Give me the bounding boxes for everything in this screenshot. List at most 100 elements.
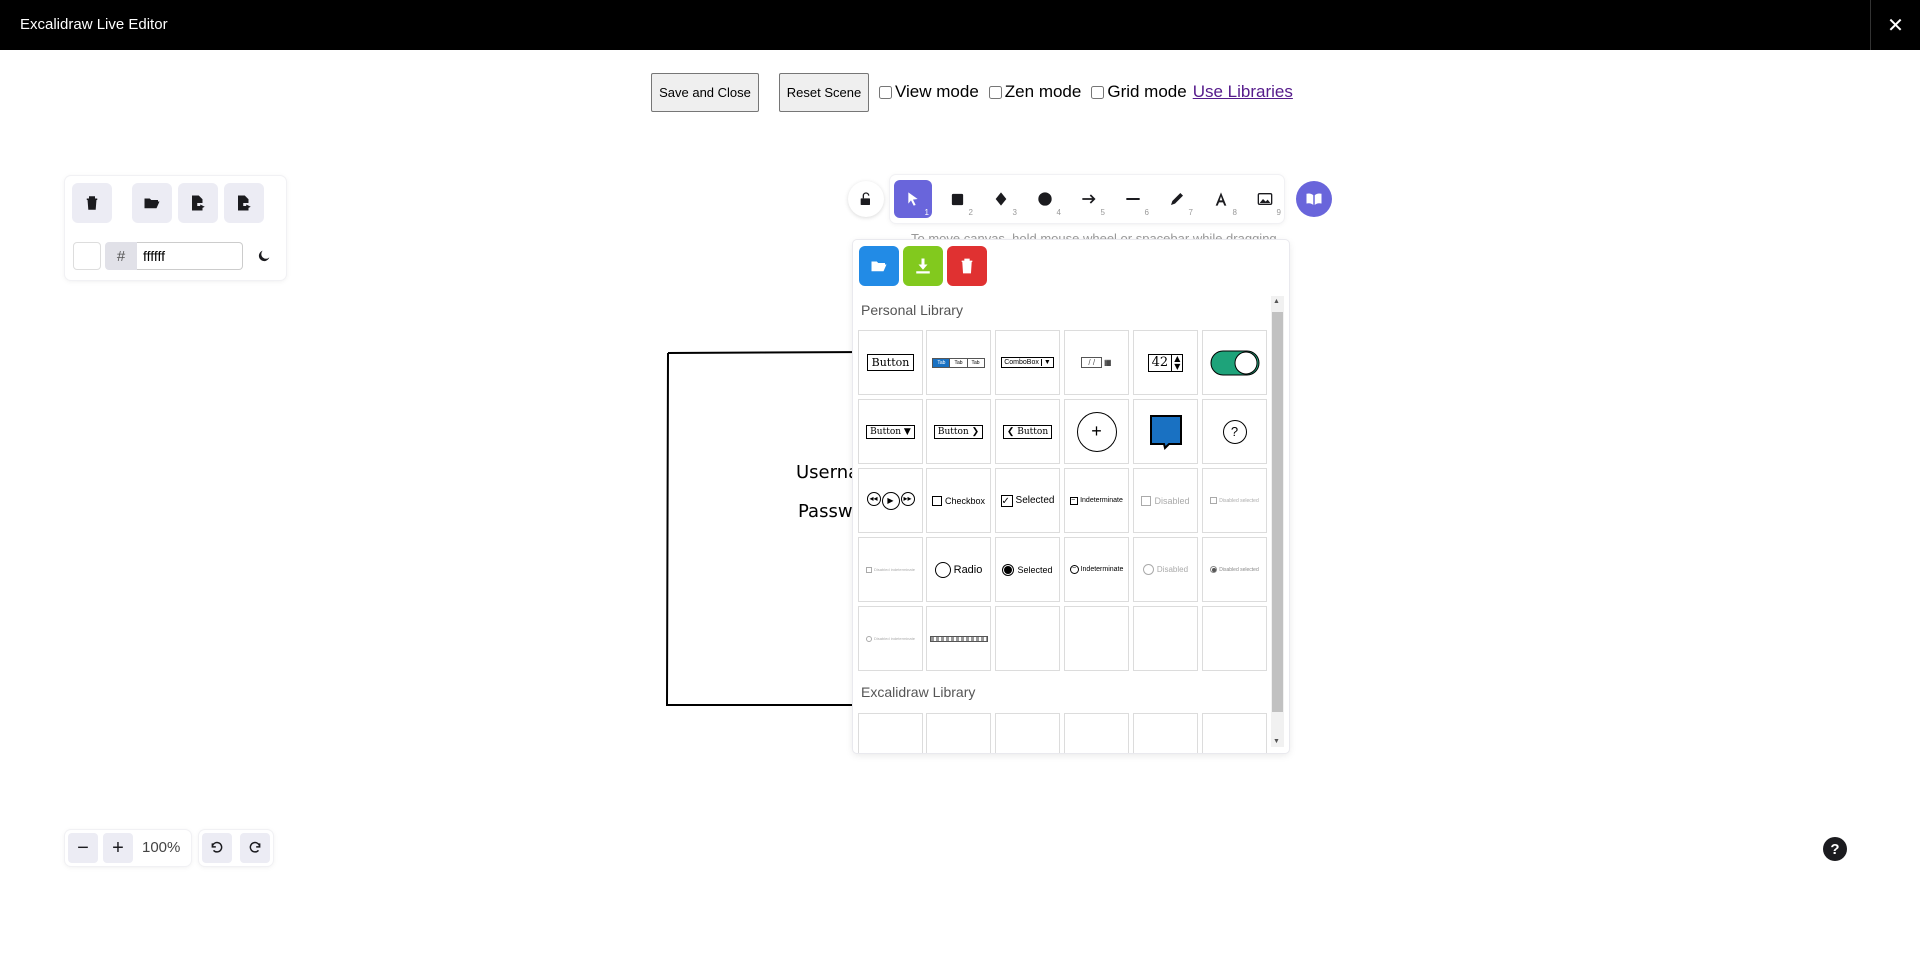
- export-image-button[interactable]: [224, 183, 264, 223]
- help-icon: ?: [1830, 840, 1840, 858]
- library-slot-empty[interactable]: [1064, 606, 1129, 671]
- excalidraw-library-title: Excalidraw Library: [861, 684, 976, 700]
- zoom-out-button[interactable]: −: [68, 833, 98, 863]
- library-scrollbar[interactable]: ▲ ▼: [1271, 296, 1284, 747]
- text-icon: [1215, 192, 1227, 206]
- undo-button[interactable]: [202, 833, 232, 863]
- library-item-speech-bubble[interactable]: [1133, 399, 1198, 464]
- library-item-breadcrumb[interactable]: [926, 606, 991, 671]
- zoom-in-button[interactable]: +: [103, 833, 133, 863]
- rectangle-icon: [951, 193, 963, 205]
- library-item-checkbox-disabled-indeterminate[interactable]: Disabled indeterminate: [858, 537, 923, 602]
- help-button[interactable]: ?: [1823, 837, 1847, 861]
- library-slot-empty[interactable]: [1133, 713, 1198, 753]
- export-file-icon: [192, 195, 205, 211]
- library-item-number-stepper[interactable]: 42 ▲ ▼: [1133, 330, 1198, 395]
- library-item-tabs[interactable]: Tab Tab Tab: [926, 330, 991, 395]
- library-item-radio[interactable]: Radio: [926, 537, 991, 602]
- library-slot-empty[interactable]: [858, 713, 923, 753]
- tool-image[interactable]: 9: [1246, 180, 1284, 218]
- zoom-level[interactable]: 100%: [142, 839, 180, 856]
- library-item-dropdown-button[interactable]: Button ▼: [858, 399, 923, 464]
- library-slot-empty[interactable]: [1064, 713, 1129, 753]
- folder-open-icon: [144, 198, 160, 209]
- library-slot-empty[interactable]: [1202, 713, 1267, 753]
- folder-open-icon: [871, 261, 887, 272]
- arrow-icon: [1082, 194, 1096, 204]
- library-item-combobox[interactable]: ComboBox ▼: [995, 330, 1060, 395]
- unlock-icon: [860, 192, 870, 205]
- moon-icon: [258, 250, 270, 262]
- shape-toolbar: 1 2 3 4 5 6 7 8 9: [848, 175, 1292, 223]
- line-icon: [1126, 198, 1140, 200]
- tool-ellipse[interactable]: 4: [1026, 180, 1064, 218]
- clear-canvas-button[interactable]: [72, 183, 112, 223]
- library-item-radio-disabled[interactable]: Disabled: [1133, 537, 1198, 602]
- hash-prefix: #: [105, 242, 137, 270]
- library-slot-empty[interactable]: [995, 606, 1060, 671]
- canvas-actions-panel: #: [65, 176, 286, 280]
- library-item-radio-disabled-selected[interactable]: Disabled selected: [1202, 537, 1267, 602]
- bg-color-input[interactable]: [137, 242, 243, 270]
- library-item-checkbox-indeterminate[interactable]: − Indeterminate: [1064, 468, 1129, 533]
- zoom-controls: − + 100%: [65, 830, 191, 866]
- library-slot-empty[interactable]: [1133, 606, 1198, 671]
- lock-tool-button[interactable]: [848, 181, 884, 217]
- trash-icon: [961, 258, 973, 274]
- undo-icon: [211, 841, 223, 853]
- library-item-toggle[interactable]: [1202, 330, 1267, 395]
- diamond-icon: [995, 192, 1007, 206]
- password-label: Passw: [798, 501, 853, 522]
- ellipse-icon: [1038, 192, 1052, 206]
- tool-rectangle[interactable]: 2: [938, 180, 976, 218]
- tool-line[interactable]: 6: [1114, 180, 1152, 218]
- open-file-button[interactable]: [132, 183, 172, 223]
- library-item-add-circle[interactable]: +: [1064, 399, 1129, 464]
- library-item-checkbox-disabled-selected[interactable]: Disabled selected: [1202, 468, 1267, 533]
- download-icon: [916, 258, 930, 274]
- library-item-back-button[interactable]: ❮ Button: [995, 399, 1060, 464]
- library-slot-empty[interactable]: [1202, 606, 1267, 671]
- scroll-up-icon[interactable]: ▲: [1273, 298, 1280, 305]
- library-item-checkbox-selected[interactable]: ✓ Selected: [995, 468, 1060, 533]
- library-item-date[interactable]: / / ▦: [1064, 330, 1129, 395]
- scroll-down-icon[interactable]: ▼: [1273, 738, 1280, 745]
- library-slot-empty[interactable]: [995, 713, 1060, 753]
- library-item-radio-indeterminate[interactable]: − Indeterminate: [1064, 537, 1129, 602]
- history-controls: [199, 830, 273, 866]
- clear-library-button[interactable]: [947, 246, 987, 286]
- library-button[interactable]: [1296, 181, 1332, 217]
- tool-text[interactable]: 8: [1202, 180, 1240, 218]
- library-item-button[interactable]: Button: [858, 330, 923, 395]
- save-library-button[interactable]: [903, 246, 943, 286]
- scrollbar-thumb[interactable]: [1272, 312, 1283, 712]
- library-slot-empty[interactable]: [926, 713, 991, 753]
- form-frame-rectangle: [665, 351, 871, 706]
- tool-draw[interactable]: 7: [1158, 180, 1196, 218]
- load-library-button[interactable]: [859, 246, 899, 286]
- bg-color-swatch[interactable]: [73, 242, 101, 270]
- trash-icon: [86, 196, 98, 210]
- library-item-next-button[interactable]: Button ❯: [926, 399, 991, 464]
- library-item-checkbox[interactable]: Checkbox: [926, 468, 991, 533]
- tool-diamond[interactable]: 3: [982, 180, 1020, 218]
- dark-mode-toggle[interactable]: [250, 242, 278, 270]
- tool-selection[interactable]: 1: [894, 180, 932, 218]
- export-image-icon: [238, 195, 251, 211]
- redo-icon: [249, 841, 261, 853]
- library-panel: Personal Library Button Tab Tab Tab Comb…: [853, 240, 1289, 753]
- library-item-radio-selected[interactable]: Selected: [995, 537, 1060, 602]
- library-item-checkbox-disabled[interactable]: Disabled: [1133, 468, 1198, 533]
- personal-library-title: Personal Library: [861, 302, 963, 318]
- tool-arrow[interactable]: 5: [1070, 180, 1108, 218]
- pencil-icon: [1171, 193, 1183, 205]
- canvas-hint: To move canvas, hold mouse wheel or spac…: [911, 231, 1277, 240]
- save-file-button[interactable]: [178, 183, 218, 223]
- library-item-radio-disabled-indeterminate[interactable]: Disabled indeterminate: [858, 606, 923, 671]
- book-open-icon: [1306, 193, 1322, 205]
- library-item-help-circle[interactable]: ?: [1202, 399, 1267, 464]
- image-icon: [1257, 193, 1273, 205]
- library-item-media-controls[interactable]: ◂◂ ▶ ▸▸: [858, 468, 923, 533]
- pointer-icon: [908, 192, 918, 206]
- redo-button[interactable]: [240, 833, 270, 863]
